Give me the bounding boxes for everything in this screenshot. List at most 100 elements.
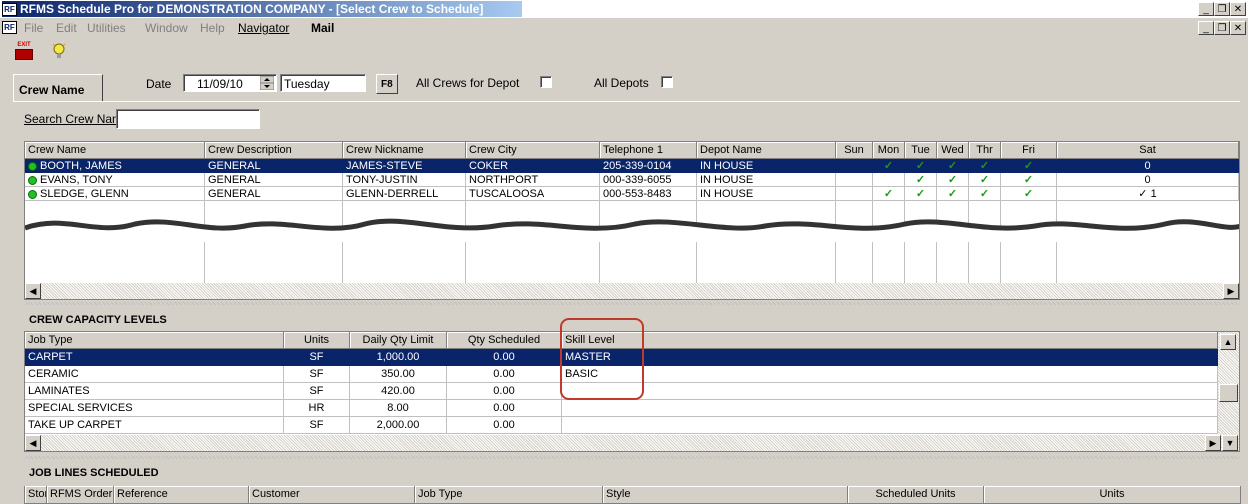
crew-col-header-phone[interactable]: Telephone 1 — [600, 142, 697, 159]
capacity-cell-sched[interactable]: 0.00 — [447, 417, 562, 434]
job-col-header-reference[interactable]: Reference — [114, 486, 249, 504]
search-crew-input[interactable] — [116, 109, 260, 129]
crew-cell-tue[interactable]: ✓ — [905, 159, 937, 173]
capacity-cell-job[interactable]: LAMINATES — [25, 383, 284, 400]
capacity-cell-limit[interactable]: 8.00 — [350, 400, 447, 417]
crew-col-header-mon[interactable]: Mon — [873, 142, 905, 159]
capacity-cell-skill[interactable] — [562, 383, 1218, 400]
crew-cell-sat[interactable]: ✓ 1 — [1057, 187, 1239, 201]
mdi-close-button[interactable]: ✕ — [1230, 21, 1246, 35]
capacity-col-header-skill[interactable]: Skill Level — [562, 332, 1218, 349]
crew-cell-mon[interactable]: ✓ — [873, 159, 905, 173]
capacity-cell-sched[interactable]: 0.00 — [447, 400, 562, 417]
tab-crew-name[interactable]: Crew Name — [13, 74, 103, 102]
crew-cell-wed[interactable]: ✓ — [937, 159, 969, 173]
crew-col-header-sat[interactable]: Sat — [1057, 142, 1239, 159]
crew-cell-mon[interactable]: ✓ — [873, 187, 905, 201]
crew-col-header-tue[interactable]: Tue — [905, 142, 937, 159]
crew-col-header-fri[interactable]: Fri — [1001, 142, 1057, 159]
crew-cell-sat[interactable]: 0 — [1057, 159, 1239, 173]
capacity-cell-skill[interactable]: BASIC — [562, 366, 1218, 383]
splitter-2[interactable] — [24, 456, 1240, 459]
job-col-header-store[interactable]: Store — [25, 486, 47, 504]
scroll-right-icon[interactable]: ▶ — [1223, 283, 1239, 299]
capacity-cell-skill[interactable] — [562, 417, 1218, 434]
day-field[interactable]: Tuesday — [280, 74, 366, 92]
crew-col-header-thr[interactable]: Thr — [969, 142, 1001, 159]
crew-cell-fri[interactable]: ✓ — [1001, 187, 1057, 201]
f8-button[interactable]: F8 — [376, 74, 398, 94]
capacity-cell-units[interactable]: SF — [284, 366, 350, 383]
crew-cell-phone[interactable]: 000-553-8483 — [600, 187, 697, 201]
cap-scroll-right-icon[interactable]: ▶ — [1205, 435, 1221, 451]
crew-cell-wed[interactable]: ✓ — [937, 187, 969, 201]
crew-cell-tue[interactable]: ✓ — [905, 187, 937, 201]
crew-cell-nick[interactable]: TONY-JUSTIN — [343, 173, 466, 187]
menu-utilities[interactable]: Utilities — [87, 21, 126, 35]
crew-col-header-wed[interactable]: Wed — [937, 142, 969, 159]
capacity-cell-limit[interactable]: 420.00 — [350, 383, 447, 400]
menu-mail[interactable]: Mail — [311, 21, 334, 35]
job-col-header-units[interactable]: Units — [984, 486, 1241, 504]
capacity-col-header-sched[interactable]: Qty Scheduled — [447, 332, 562, 349]
crew-cell-thr[interactable]: ✓ — [969, 159, 1001, 173]
job-col-header-style[interactable]: Style — [603, 486, 848, 504]
menu-edit[interactable]: Edit — [56, 21, 77, 35]
job-col-header-customer[interactable]: Customer — [249, 486, 415, 504]
menu-help[interactable]: Help — [200, 21, 225, 35]
crew-cell-sun[interactable] — [836, 173, 873, 187]
crew-cell-mon[interactable] — [873, 173, 905, 187]
exit-button[interactable]: EXIT — [14, 42, 34, 60]
capacity-cell-job[interactable]: CERAMIC — [25, 366, 284, 383]
capacity-col-header-limit[interactable]: Daily Qty Limit — [350, 332, 447, 349]
scroll-up-icon[interactable]: ▲ — [1220, 334, 1236, 350]
capacity-col-header-job[interactable]: Job Type — [25, 332, 284, 349]
capacity-cell-sched[interactable]: 0.00 — [447, 383, 562, 400]
crew-col-header-name[interactable]: Crew Name — [25, 142, 205, 159]
menu-window[interactable]: Window — [145, 21, 188, 35]
capacity-cell-units[interactable]: SF — [284, 417, 350, 434]
capacity-cell-job[interactable]: SPECIAL SERVICES — [25, 400, 284, 417]
capacity-cell-limit[interactable]: 350.00 — [350, 366, 447, 383]
crew-cell-name[interactable]: EVANS, TONY — [25, 173, 205, 187]
crew-cell-nick[interactable]: JAMES-STEVE — [343, 159, 466, 173]
cap-scroll-left-icon[interactable]: ◀ — [25, 435, 41, 451]
date-field[interactable]: 11/09/10 — [183, 74, 277, 92]
capacity-cell-limit[interactable]: 1,000.00 — [350, 349, 447, 366]
crew-col-header-desc[interactable]: Crew Description — [205, 142, 343, 159]
crew-grid-hscrollbar[interactable]: ◀ ▶ — [25, 283, 1239, 299]
capacity-cell-units[interactable]: SF — [284, 383, 350, 400]
capacity-hscrollbar[interactable]: ◀ ▶ ▼ — [25, 435, 1239, 451]
capacity-cell-job[interactable]: CARPET — [25, 349, 284, 366]
crew-cell-depot[interactable]: IN HOUSE — [697, 173, 836, 187]
job-col-header-order[interactable]: RFMS Order # — [47, 486, 114, 504]
capacity-cell-sched[interactable]: 0.00 — [447, 366, 562, 383]
crew-cell-thr[interactable]: ✓ — [969, 187, 1001, 201]
menu-file[interactable]: File — [24, 21, 43, 35]
crew-cell-fri[interactable]: ✓ — [1001, 159, 1057, 173]
crew-cell-city[interactable]: TUSCALOOSA — [466, 187, 600, 201]
capacity-cell-limit[interactable]: 2,000.00 — [350, 417, 447, 434]
restore-button[interactable]: ❐ — [1214, 2, 1230, 16]
crew-cell-depot[interactable]: IN HOUSE — [697, 187, 836, 201]
mdi-restore-button[interactable]: ❐ — [1214, 21, 1230, 35]
capacity-cell-job[interactable]: TAKE UP CARPET — [25, 417, 284, 434]
capacity-cell-units[interactable]: HR — [284, 400, 350, 417]
crew-cell-desc[interactable]: GENERAL — [205, 173, 343, 187]
crew-cell-fri[interactable]: ✓ — [1001, 173, 1057, 187]
crew-cell-sat[interactable]: 0 — [1057, 173, 1239, 187]
crew-col-header-city[interactable]: Crew City — [466, 142, 600, 159]
lightbulb-icon[interactable] — [50, 42, 68, 62]
capacity-cell-skill[interactable] — [562, 400, 1218, 417]
capacity-cell-units[interactable]: SF — [284, 349, 350, 366]
crew-cell-name[interactable]: SLEDGE, GLENN — [25, 187, 205, 201]
job-col-header-jobtype[interactable]: Job Type — [415, 486, 603, 504]
crew-cell-thr[interactable]: ✓ — [969, 173, 1001, 187]
capacity-vscrollbar[interactable]: ▲ — [1218, 332, 1239, 435]
crew-cell-sun[interactable] — [836, 159, 873, 173]
scroll-thumb[interactable] — [1219, 384, 1238, 402]
job-col-header-scheduled[interactable]: Scheduled Units — [848, 486, 984, 504]
crew-col-header-sun[interactable]: Sun — [836, 142, 873, 159]
crew-cell-depot[interactable]: IN HOUSE — [697, 159, 836, 173]
all-crews-checkbox[interactable] — [540, 76, 552, 88]
